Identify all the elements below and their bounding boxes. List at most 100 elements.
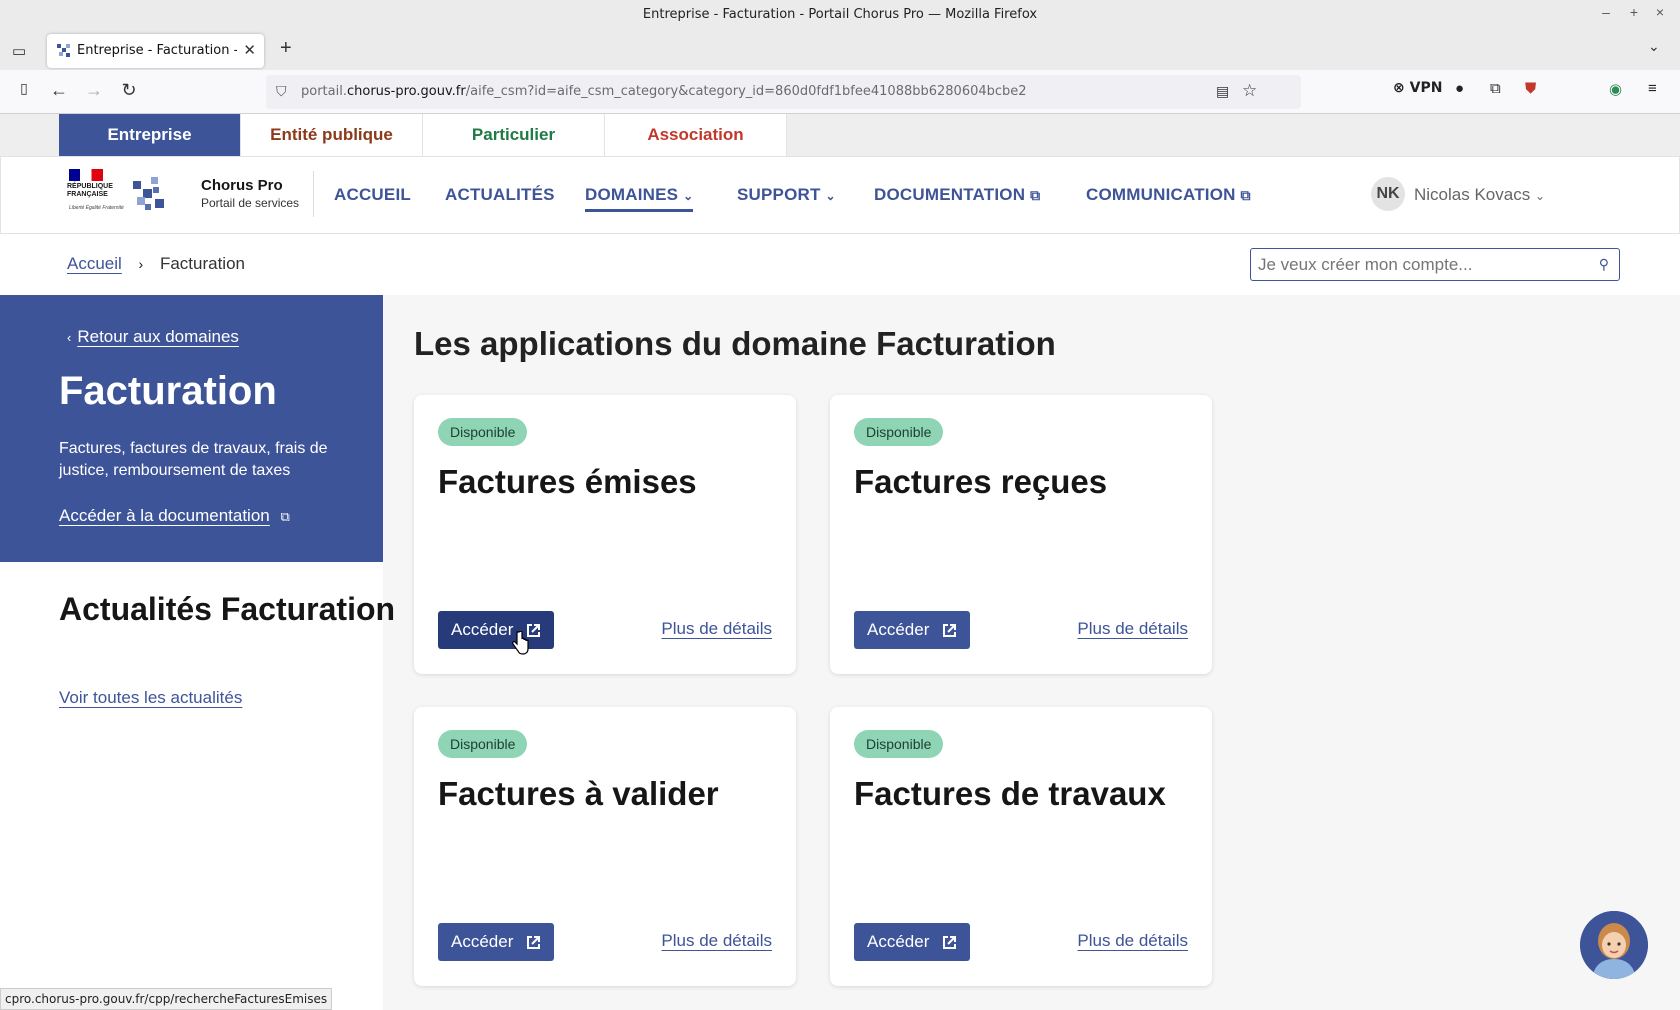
acceder-button[interactable]: Accéder <box>854 611 970 649</box>
chorus-favicon-icon <box>57 44 70 57</box>
extensions-puzzle-icon[interactable]: ⧉ <box>1490 80 1501 97</box>
acceder-button[interactable]: Accéder <box>854 923 970 961</box>
chevron-right-icon: › <box>138 256 144 272</box>
shield-icon[interactable]: ⛉ <box>276 83 287 100</box>
republic-text: RÉPUBLIQUE FRANÇAISE <box>67 183 113 198</box>
status-badge: Disponible <box>438 730 528 758</box>
close-window-icon[interactable]: × <box>1650 4 1670 20</box>
news-title: Actualités Facturation <box>59 591 396 627</box>
url-bar[interactable]: ⛉ portail.chorus-pro.gouv.fr/aife_csm?id… <box>266 75 1301 109</box>
details-link[interactable]: Plus de détails <box>661 931 772 951</box>
breadcrumb: Accueil › Facturation <box>67 254 245 274</box>
close-tab-icon[interactable]: ✕ <box>243 41 256 59</box>
card-title: Factures à valider <box>438 775 719 812</box>
tab-entreprise[interactable]: Entreprise <box>59 114 241 156</box>
search-input[interactable] <box>1258 253 1578 277</box>
window-titlebar: Entreprise - Facturation - Portail Choru… <box>0 0 1680 30</box>
card-title: Factures reçues <box>854 463 1108 500</box>
external-link-icon: ⧉ <box>1030 187 1041 203</box>
chevron-down-icon: ⌄ <box>1534 189 1546 203</box>
domain-description: Factures, factures de travaux, frais de … <box>59 440 328 479</box>
domain-title: Facturation <box>59 369 277 413</box>
external-link-icon <box>943 936 956 949</box>
all-news-link[interactable]: Voir toutes les actualités <box>59 688 242 708</box>
marianne-flag <box>69 169 103 181</box>
user-type-tabs: Entreprise Entité publique Particulier A… <box>0 114 1680 156</box>
chevron-down-icon: ⌄ <box>683 189 694 203</box>
tab-particulier[interactable]: Particulier <box>423 114 605 156</box>
back-to-domains-link[interactable]: ‹ Retour aux domaines <box>67 327 239 347</box>
brand-subtitle: Portail de services <box>201 196 300 210</box>
chevron-left-icon: ‹ <box>67 330 72 345</box>
search-icon[interactable]: ⚲ <box>1599 256 1609 273</box>
external-link-icon <box>527 936 540 949</box>
nav-documentation[interactable]: DOCUMENTATION ⧉ <box>874 185 1040 205</box>
maximize-icon[interactable]: + <box>1624 4 1644 20</box>
status-badge: Disponible <box>854 730 944 758</box>
acceder-button[interactable]: Accéder <box>438 611 554 649</box>
app-card: Disponible Factures reçues Accéder Plus … <box>830 395 1212 674</box>
bookmark-star-icon[interactable]: ☆ <box>1242 81 1257 101</box>
site-header: RÉPUBLIQUE FRANÇAISE Liberté Égalité Fra… <box>0 156 1680 234</box>
extension-leaf-icon[interactable]: ◉ <box>1609 80 1622 98</box>
hand-cursor-icon <box>512 631 529 655</box>
menu-icon[interactable]: ≡ <box>1648 80 1657 97</box>
avatar[interactable]: NK <box>1371 177 1405 211</box>
acceder-button[interactable]: Accéder <box>438 923 554 961</box>
breadcrumb-home-link[interactable]: Accueil <box>67 254 122 273</box>
link-status-bar: cpro.chorus-pro.gouv.fr/cpp/rechercheFac… <box>0 988 333 1010</box>
tab-entite-publique[interactable]: Entité publique <box>241 114 423 156</box>
tab-title: Entreprise - Facturation - Po <box>77 43 237 58</box>
external-link-icon: ⧉ <box>280 509 290 524</box>
nav-accueil[interactable]: ACCUEIL <box>334 185 411 205</box>
nav-actualites[interactable]: ACTUALITÉS <box>445 185 555 205</box>
details-link[interactable]: Plus de détails <box>661 619 772 639</box>
chorus-pro-logo-icon[interactable] <box>131 175 169 213</box>
breadcrumb-current: Facturation <box>159 254 245 273</box>
republique-francaise-logo[interactable]: RÉPUBLIQUE FRANÇAISE Liberté Égalité Fra… <box>67 169 127 225</box>
app-card: Disponible Factures émises Accéder Plus … <box>414 395 796 674</box>
reader-view-icon[interactable]: ▤ <box>1216 83 1229 100</box>
page-title: Les applications du domaine Facturation <box>414 325 1056 362</box>
brand-name: Chorus Pro <box>201 177 283 194</box>
ublock-icon[interactable]: ⛊ <box>1525 80 1536 97</box>
url-text: portail.chorus-pro.gouv.fr/aife_csm?id=a… <box>301 84 1027 99</box>
minimize-icon[interactable]: – <box>1596 4 1616 20</box>
card-title: Factures émises <box>438 463 697 500</box>
sidebar-toggle-icon[interactable]: ▯ <box>12 80 36 97</box>
documentation-link[interactable]: Accéder à la documentation ⧉ <box>59 506 290 526</box>
external-link-icon: ⧉ <box>1240 187 1251 203</box>
reload-icon[interactable]: ↻ <box>117 80 141 101</box>
status-badge: Disponible <box>854 418 944 446</box>
app-card: Disponible Factures à valider Accéder Pl… <box>414 707 796 986</box>
devise-text: Liberté Égalité Fraternité <box>69 205 124 211</box>
nav-support[interactable]: SUPPORT ⌄ <box>737 185 836 205</box>
external-link-icon <box>943 624 956 637</box>
back-icon[interactable]: ← <box>47 80 71 101</box>
app-card: Disponible Factures de travaux Accéder P… <box>830 707 1212 986</box>
window-title: Entreprise - Facturation - Portail Choru… <box>642 7 1038 22</box>
forward-icon[interactable]: → <box>82 80 106 101</box>
nav-communication[interactable]: COMMUNICATION ⧉ <box>1086 185 1251 205</box>
vpn-button[interactable]: ⊗ VPN <box>1393 80 1442 96</box>
header-divider <box>313 171 314 217</box>
browser-navbar: ▯ ← → ↻ ⛉ portail.chorus-pro.gouv.fr/aif… <box>0 70 1680 114</box>
tab-overview-icon[interactable]: ▭ <box>12 42 26 60</box>
chatbot-avatar-button[interactable] <box>1580 911 1648 979</box>
domain-side-panel: ‹ Retour aux domaines Facturation Facture… <box>0 295 383 562</box>
user-menu[interactable]: Nicolas Kovacs ⌄ <box>1414 185 1545 205</box>
status-badge: Disponible <box>438 418 528 446</box>
details-link[interactable]: Plus de détails <box>1077 619 1188 639</box>
tab-strip: ▭ Entreprise - Facturation - Po ✕ + ⌄ <box>0 30 1680 70</box>
browser-tab[interactable]: Entreprise - Facturation - Po ✕ <box>47 34 264 68</box>
card-title: Factures de travaux <box>854 775 1166 812</box>
assistant-face-icon <box>1580 911 1648 979</box>
chevron-down-icon: ⌄ <box>825 189 836 203</box>
extension-info-icon[interactable]: ● <box>1455 80 1464 97</box>
nav-domaines[interactable]: DOMAINES ⌄ <box>585 185 694 212</box>
tab-association[interactable]: Association <box>605 114 787 156</box>
new-tab-icon[interactable]: + <box>280 37 292 60</box>
list-tabs-icon[interactable]: ⌄ <box>1648 38 1660 55</box>
search-box: ⚲ <box>1250 248 1620 281</box>
details-link[interactable]: Plus de détails <box>1077 931 1188 951</box>
